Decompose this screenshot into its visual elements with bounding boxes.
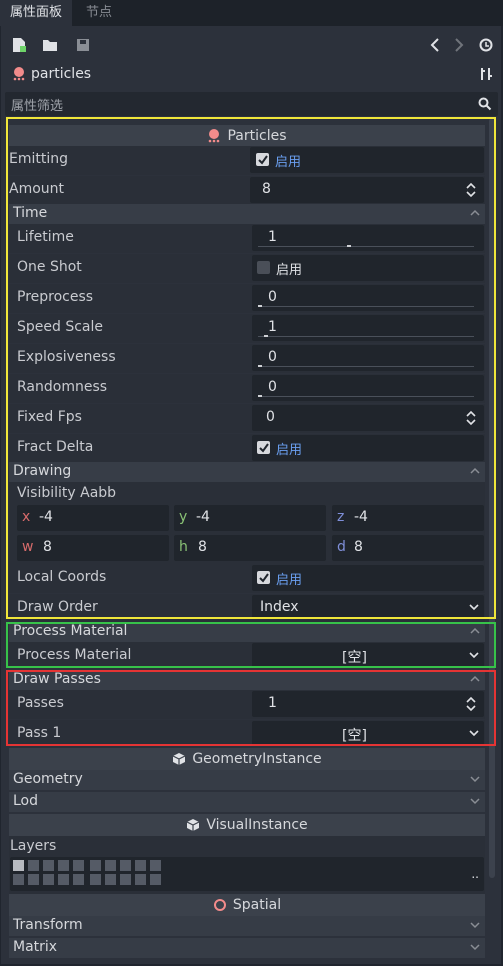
layer-bit-10[interactable] — [150, 860, 161, 871]
layer-bit-20[interactable] — [150, 874, 161, 885]
geometry-section-header[interactable]: Geometry — [9, 770, 485, 790]
object-history-icon[interactable] — [477, 36, 495, 54]
transform-section-header[interactable]: Transform — [9, 916, 485, 936]
layers-grid-field[interactable]: .. — [10, 857, 484, 891]
lod-section-header[interactable]: Lod — [9, 792, 485, 812]
chevron-down-icon — [470, 798, 480, 805]
layer-bit-12[interactable] — [28, 874, 39, 885]
layer-bit-4[interactable] — [58, 860, 69, 871]
tab-node[interactable]: 节点 — [76, 0, 122, 26]
layer-bit-14[interactable] — [58, 874, 69, 885]
layers-label: Layers — [10, 838, 57, 854]
layer-bit-8[interactable] — [120, 860, 131, 871]
highlight-box-process-material — [6, 622, 496, 668]
layer-bit-2[interactable] — [28, 860, 39, 871]
layer-bit-3[interactable] — [43, 860, 54, 871]
history-forward-icon[interactable] — [450, 36, 468, 54]
search-icon — [478, 97, 492, 111]
lod-section-title: Lod — [13, 793, 39, 809]
highlight-box-particles — [6, 117, 496, 619]
node-name[interactable]: particles — [31, 66, 91, 82]
chevron-down-icon — [470, 776, 480, 783]
spatial-node-icon — [213, 899, 226, 911]
spatial-class-header: Spatial — [9, 894, 485, 916]
layer-bit-19[interactable] — [135, 874, 146, 885]
dock-tab-bar: 属性面板 节点 — [0, 0, 503, 26]
layer-bit-11[interactable] — [13, 874, 24, 885]
visual-instance-title: VisualInstance — [206, 817, 308, 833]
highlight-box-draw-passes — [6, 670, 496, 746]
open-folder-icon[interactable] — [41, 36, 59, 54]
layer-bit-6[interactable] — [90, 860, 101, 871]
layer-bit-18[interactable] — [120, 874, 131, 885]
cube-icon — [187, 819, 200, 831]
layers-more-button[interactable]: .. — [471, 867, 479, 881]
property-filter-input[interactable]: 属性筛选 — [5, 92, 498, 116]
matrix-section-header[interactable]: Matrix — [9, 938, 485, 958]
particles-node-icon — [12, 67, 26, 85]
visual-instance-class-header: VisualInstance — [9, 814, 485, 836]
cube-icon — [173, 753, 186, 765]
layer-bit-9[interactable] — [135, 860, 146, 871]
tab-inspector[interactable]: 属性面板 — [0, 0, 73, 26]
history-back-icon[interactable] — [426, 36, 444, 54]
layer-grid[interactable] — [13, 860, 165, 888]
geometry-section-title: Geometry — [13, 771, 83, 787]
geometry-instance-class-header: GeometryInstance — [9, 748, 485, 770]
save-icon[interactable] — [74, 36, 92, 54]
layer-bit-5[interactable] — [73, 860, 84, 871]
geometry-instance-title: GeometryInstance — [192, 751, 322, 767]
matrix-section-title: Matrix — [13, 939, 58, 955]
layer-bit-7[interactable] — [105, 860, 116, 871]
tools-icon[interactable] — [477, 65, 495, 83]
filter-placeholder: 属性筛选 — [11, 99, 64, 114]
layer-bit-1[interactable] — [13, 860, 24, 871]
new-resource-icon[interactable] — [10, 36, 28, 54]
chevron-down-icon — [470, 922, 480, 929]
spatial-title: Spatial — [232, 897, 282, 913]
transform-section-title: Transform — [13, 917, 83, 933]
layer-bit-15[interactable] — [73, 874, 84, 885]
layer-bit-17[interactable] — [105, 874, 116, 885]
layer-bit-13[interactable] — [43, 874, 54, 885]
chevron-down-icon — [470, 944, 480, 951]
layer-bit-16[interactable] — [90, 874, 101, 885]
